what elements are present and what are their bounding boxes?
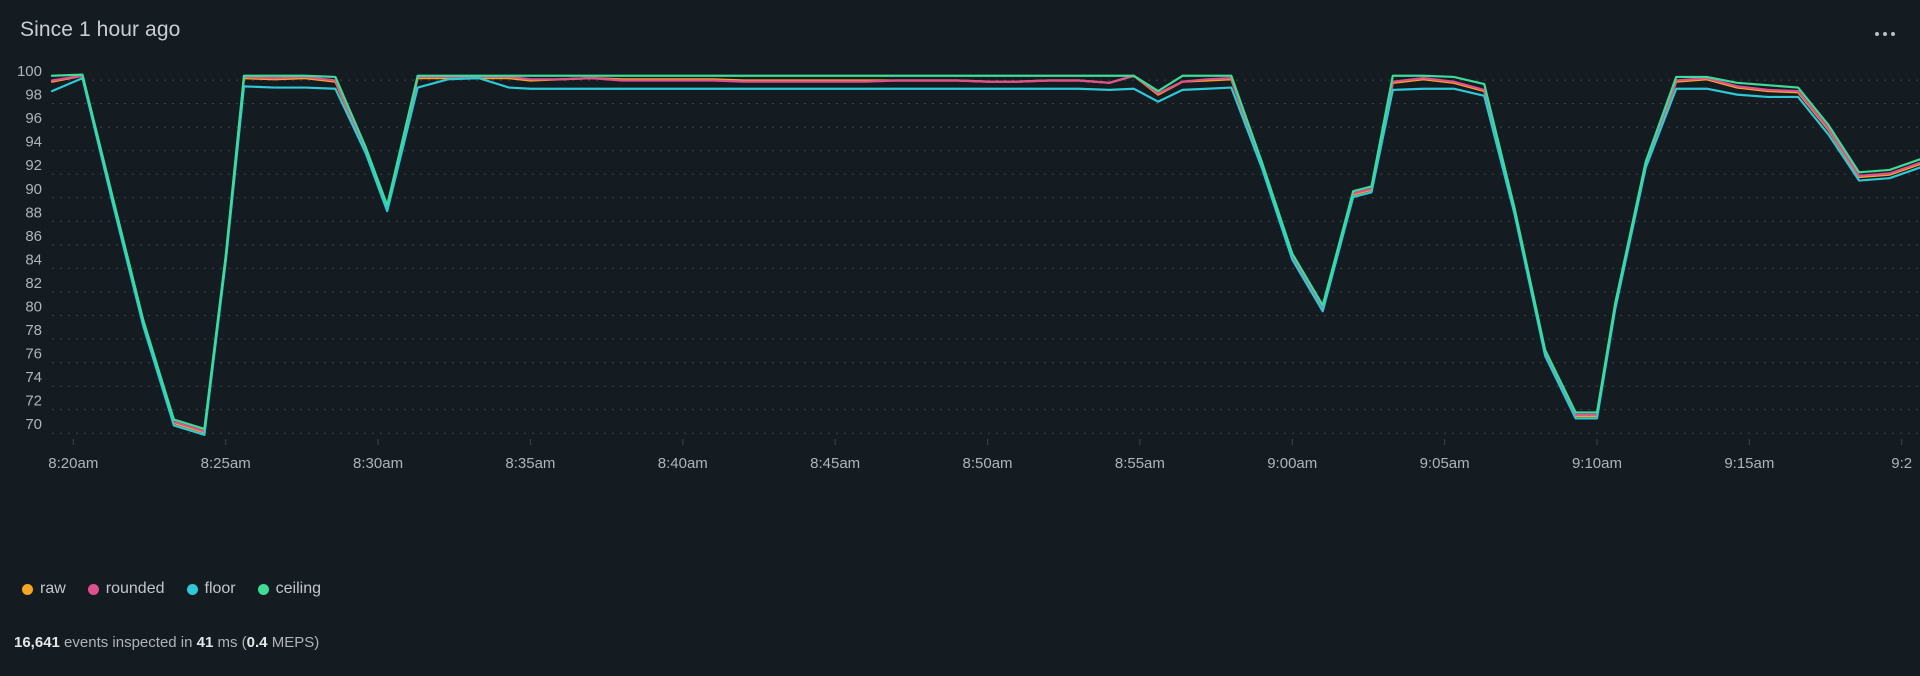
y-tick-label: 86 — [25, 228, 42, 245]
chart-legend[interactable]: raw rounded floor ceiling — [22, 578, 321, 600]
y-tick-label: 94 — [25, 134, 42, 151]
ellipsis-horizontal-icon[interactable] — [1868, 22, 1902, 46]
menu-dot-3 — [1891, 32, 1895, 36]
x-axis-labels: 8:20am 8:25am 8:30am 8:35am 8:40am 8:45am 8:50… — [48, 455, 1912, 472]
x-tick-label: 8:25am — [201, 455, 251, 472]
y-tick-label: 72 — [25, 393, 42, 410]
x-tick-marks — [72, 439, 1903, 445]
chart-panel: Since 1 hour ago 100 98 96 94 92 90 88 86 84 82 80… — [0, 0, 1920, 676]
y-tick-label: 88 — [25, 204, 42, 221]
chart-area[interactable]: 100 98 96 94 92 90 88 86 84 82 80 78 76 74 72 70 8:20am… — [0, 56, 1920, 566]
series-lines — [50, 73, 1920, 436]
series-line-rounded — [50, 74, 1920, 433]
x-tick-label: 9:2 — [1891, 455, 1912, 472]
y-tick-label: 90 — [25, 181, 42, 198]
x-tick-label: 9:10am — [1572, 455, 1622, 472]
legend-item-rounded[interactable]: rounded — [87, 580, 165, 598]
y-tick-label: 74 — [25, 369, 42, 386]
panel-header: Since 1 hour ago — [0, 0, 1920, 56]
series-line-raw — [50, 74, 1920, 434]
legend-label-ceiling: ceiling — [275, 580, 321, 597]
y-axis-labels: 100 98 96 94 92 90 88 86 84 82 80 78 76 74 72 70 — [17, 63, 42, 433]
legend-swatch-floor — [186, 583, 198, 595]
y-tick-label: 92 — [25, 157, 42, 174]
legend-label-rounded: rounded — [105, 580, 165, 597]
x-tick-label: 8:20am — [48, 455, 98, 472]
x-tick-label: 8:35am — [505, 455, 555, 472]
events-count: 16,641 — [14, 634, 60, 651]
series-line-floor — [50, 77, 1920, 436]
y-tick-label: 76 — [25, 346, 42, 363]
x-tick-label: 9:05am — [1420, 455, 1470, 472]
y-tick-label: 84 — [25, 251, 42, 268]
query-stats: 16,641 events inspected in 41 ms (0.4 ME… — [14, 634, 319, 651]
legend-swatch-rounded — [87, 583, 99, 595]
duration-unit: ms ( — [213, 634, 247, 651]
y-tick-label: 96 — [25, 110, 42, 127]
legend-swatch-ceiling — [257, 583, 269, 595]
x-tick-label: 8:30am — [353, 455, 403, 472]
series-line-ceiling — [50, 73, 1920, 431]
meps-value: 0.4 — [246, 634, 268, 651]
line-chart[interactable]: 100 98 96 94 92 90 88 86 84 82 80 78 76 74 72 70 8:20am… — [0, 56, 1920, 566]
x-tick-label: 8:45am — [810, 455, 860, 472]
y-tick-label: 100 — [17, 63, 42, 80]
x-tick-label: 8:50am — [963, 455, 1013, 472]
legend-label-floor: floor — [204, 580, 236, 597]
y-tick-label: 78 — [25, 322, 42, 339]
legend-label-raw: raw — [40, 580, 66, 597]
y-tick-label: 80 — [25, 299, 42, 316]
legend-item-floor[interactable]: floor — [186, 580, 236, 598]
y-tick-label: 98 — [25, 87, 42, 104]
grid-lines — [52, 79, 1920, 434]
duration-value: 41 — [196, 634, 214, 651]
legend-item-raw[interactable]: raw — [22, 580, 66, 598]
y-tick-label: 70 — [25, 416, 42, 433]
x-tick-label: 8:55am — [1115, 455, 1165, 472]
menu-dot-2 — [1883, 32, 1887, 36]
meps-unit: MEPS) — [267, 634, 320, 651]
x-tick-label: 9:15am — [1724, 455, 1774, 472]
y-tick-label: 82 — [25, 275, 42, 292]
x-tick-label: 8:40am — [658, 455, 708, 472]
page-title: Since 1 hour ago — [20, 18, 181, 41]
legend-swatch-raw — [22, 583, 33, 595]
events-label: events inspected in — [59, 634, 197, 651]
legend-item-ceiling[interactable]: ceiling — [257, 580, 321, 598]
menu-dot-1 — [1875, 32, 1879, 36]
x-tick-label: 9:00am — [1267, 455, 1317, 472]
